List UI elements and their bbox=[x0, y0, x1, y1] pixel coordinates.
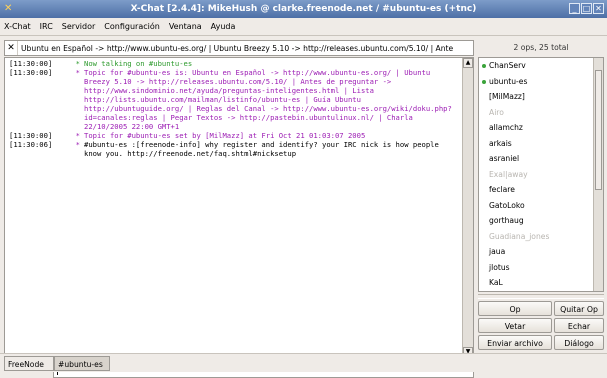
user-item[interactable]: gorthaug bbox=[479, 213, 603, 229]
message-text: Topic for #ubuntu-es is: Ubuntu en Españ… bbox=[84, 68, 452, 131]
user-item[interactable]: ChanServ bbox=[479, 58, 603, 74]
echar-button[interactable]: Echar bbox=[554, 318, 604, 333]
user-item[interactable]: KaL bbox=[479, 275, 603, 291]
timestamp: [11:30:00] bbox=[9, 131, 53, 140]
server-marker: * bbox=[75, 131, 80, 140]
title-bar: ✕ X-Chat [2.4.4]: MikeHush @ clarke.free… bbox=[0, 0, 607, 18]
scroll-up-icon[interactable]: ▲ bbox=[463, 58, 473, 68]
chat-line: [11:30:00] * Topic for #ubuntu-es is: Ub… bbox=[5, 68, 462, 131]
menu-ventana[interactable]: Ventana bbox=[169, 22, 202, 31]
topic-text[interactable]: Ubuntu en Español -> http://www.ubuntu-e… bbox=[18, 44, 453, 53]
user-item[interactable]: asraniel bbox=[479, 151, 603, 167]
menu-ayuda[interactable]: Ayuda bbox=[211, 22, 236, 31]
user-item[interactable]: arkais bbox=[479, 136, 603, 152]
chat-scrollbar[interactable]: ▲ ▼ bbox=[462, 58, 473, 357]
user-item[interactable]: Airo bbox=[479, 105, 603, 121]
channel-tab-bar: FreeNode #ubuntu-es bbox=[0, 353, 607, 372]
vetar-button[interactable]: Vetar bbox=[478, 318, 552, 333]
server-marker: * bbox=[75, 68, 80, 77]
channel-status: 2 ops, 25 total bbox=[513, 43, 569, 52]
timestamp: [11:30:00] bbox=[9, 59, 53, 68]
dialogo-button[interactable]: Diálogo bbox=[554, 335, 604, 350]
user-item[interactable]: allamchz bbox=[479, 120, 603, 136]
message-text: #ubuntu-es :[freenode-info] why register… bbox=[84, 140, 444, 158]
tab-ubuntu-es[interactable]: #ubuntu-es bbox=[54, 356, 110, 371]
chat-line: [11:30:00] * Topic for #ubuntu-es set by… bbox=[5, 131, 462, 140]
timestamp: [11:30:00] bbox=[9, 68, 53, 77]
user-item[interactable]: GatoLoko bbox=[479, 198, 603, 214]
window-title: X-Chat [2.4.4]: MikeHush @ clarke.freeno… bbox=[130, 4, 477, 14]
chat-line: [11:30:00] * Now talking on #ubuntu-es bbox=[5, 59, 462, 68]
op-status-icon bbox=[482, 64, 486, 68]
user-item[interactable]: jlotus bbox=[479, 260, 603, 276]
user-list-scrollbar[interactable] bbox=[593, 58, 603, 291]
op-status-icon bbox=[482, 79, 486, 84]
server-marker: * bbox=[75, 140, 80, 149]
topic-bar: ✕ Ubuntu en Español -> http://www.ubuntu… bbox=[4, 40, 474, 56]
enviar-archivo-button[interactable]: Enviar archivo bbox=[478, 335, 552, 350]
close-tab-icon[interactable]: ✕ bbox=[5, 41, 18, 55]
maximize-button[interactable]: □ bbox=[581, 3, 592, 14]
user-list: ChanServ ubuntu-es [MilMazz] Airo allamc… bbox=[478, 57, 604, 292]
chat-text-pane: [11:30:00] * Now talking on #ubuntu-es [… bbox=[4, 57, 474, 358]
menu-servidor[interactable]: Servidor bbox=[62, 22, 96, 31]
message-text: Topic for #ubuntu-es set by [MilMazz] at… bbox=[84, 131, 366, 140]
timestamp: [11:30:06] bbox=[9, 140, 53, 149]
menu-irc[interactable]: IRC bbox=[40, 22, 53, 31]
user-item[interactable]: Guadiana_jones bbox=[479, 229, 603, 245]
user-item[interactable]: Exal|away bbox=[479, 167, 603, 183]
divider bbox=[478, 294, 604, 299]
server-marker: * bbox=[75, 59, 80, 68]
minimize-button[interactable]: _ bbox=[569, 3, 580, 14]
quitar-op-button[interactable]: Quitar Op bbox=[554, 301, 604, 316]
op-button[interactable]: Op bbox=[478, 301, 552, 316]
menu-bar: X-Chat IRC Servidor Configuración Ventan… bbox=[0, 18, 607, 36]
scroll-thumb[interactable] bbox=[595, 70, 602, 190]
tab-freenode[interactable]: FreeNode bbox=[4, 356, 54, 371]
menu-configuracion[interactable]: Configuración bbox=[104, 22, 160, 31]
user-item[interactable]: feclare bbox=[479, 182, 603, 198]
user-item[interactable]: [MilMazz] bbox=[479, 89, 603, 105]
chat-line: [11:30:06] * #ubuntu-es :[freenode-info]… bbox=[5, 140, 462, 158]
menu-xchat[interactable]: X-Chat bbox=[4, 22, 31, 31]
close-window-button[interactable]: ✕ bbox=[593, 3, 604, 14]
user-item[interactable]: jaua bbox=[479, 244, 603, 260]
message-text: Now talking on #ubuntu-es bbox=[84, 59, 193, 68]
user-item[interactable]: ubuntu-es bbox=[479, 74, 603, 90]
